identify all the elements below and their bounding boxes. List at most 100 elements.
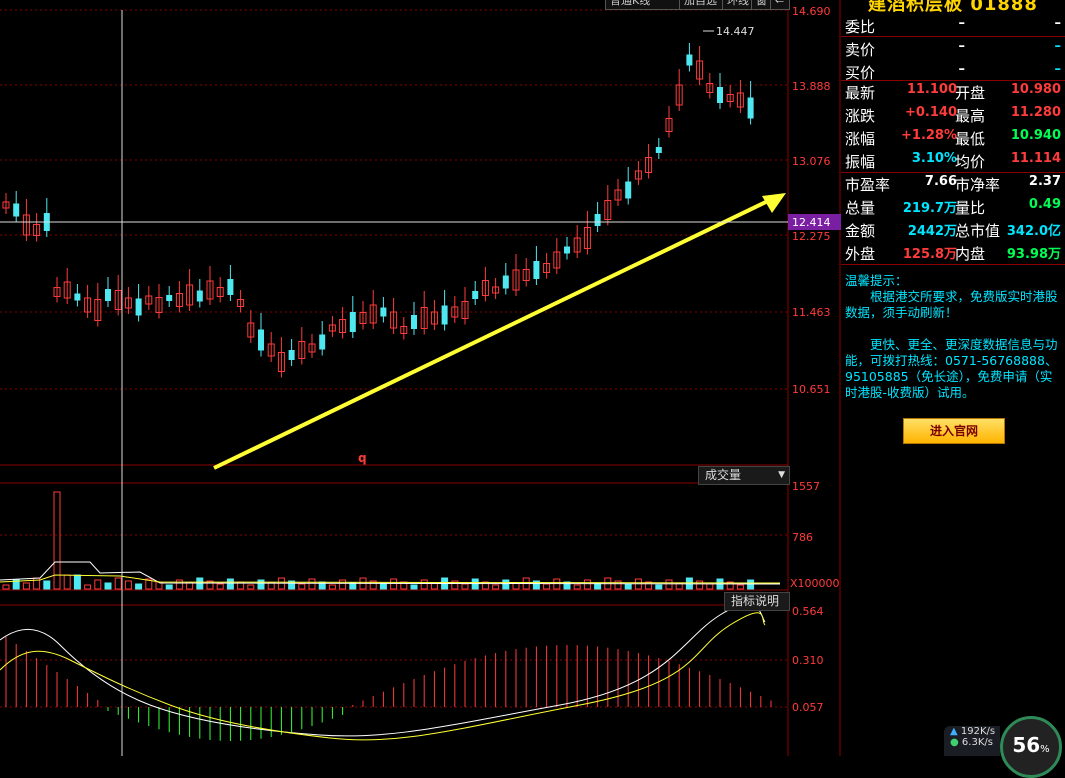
candle-down — [105, 289, 111, 301]
candle-down — [747, 97, 754, 119]
quote-value: +0.140 — [904, 105, 957, 120]
volume-bar — [747, 579, 755, 590]
download-arrow-icon: ● — [950, 737, 959, 748]
quote-row: 涨幅 +1.28% 最低 10.940 — [841, 126, 1065, 148]
quote-row: 买价 – – — [841, 60, 1065, 82]
quote-value: 219.7万 — [902, 201, 957, 216]
quote-row: 外盘 125.8万 内盘 93.98万 — [841, 241, 1065, 263]
candle-down — [411, 315, 417, 329]
quote-label: 委比 — [845, 18, 876, 36]
volume-bar — [216, 583, 224, 590]
quote-value-2: 342.0亿 — [1006, 224, 1061, 239]
performance-gauge[interactable]: 56% — [1000, 716, 1062, 778]
kline-type-dropdown[interactable]: 普通K线 — [605, 0, 681, 10]
download-speed: 192K/s — [960, 726, 996, 737]
quote-label: 涨跌 — [845, 107, 876, 125]
gauge-unit: % — [1040, 744, 1050, 755]
candle-down — [74, 293, 81, 301]
quote-value-2: 2.37 — [1028, 174, 1061, 189]
volume-bar — [349, 582, 357, 590]
volume-bar — [543, 583, 551, 590]
quote-row: 委比 – – — [841, 14, 1065, 36]
chevron-down-icon: ▼ — [778, 470, 785, 480]
quote-value: +1.28% — [901, 128, 957, 143]
volume-bar — [2, 584, 10, 590]
volume-bar — [655, 584, 663, 590]
volume-bar — [63, 574, 71, 590]
quote-value-2: – — [1054, 16, 1062, 31]
volume-bar — [492, 584, 500, 590]
quote-value: – — [958, 62, 966, 77]
current-price-label: 12.414 — [792, 216, 831, 229]
panel-separator — [841, 172, 1065, 173]
quote-label-2: 内盘 — [955, 245, 986, 263]
quote-label: 卖价 — [845, 41, 876, 59]
indicator-tick-0310: 0.310 — [792, 654, 824, 667]
volume-bar — [104, 582, 112, 590]
quote-label-2: 市净率 — [955, 176, 1001, 194]
volume-bar — [410, 584, 418, 590]
high-marker-label: 14.447 — [716, 25, 755, 38]
volume-bar — [267, 582, 275, 590]
volume-bar — [94, 579, 102, 590]
indicator-explain-button[interactable]: 指标说明 — [724, 592, 790, 611]
price-tick-13888: 13.888 — [792, 80, 831, 93]
volume-bar — [124, 580, 132, 590]
candle-down — [441, 305, 448, 325]
quote-label: 外盘 — [845, 245, 876, 263]
tips-line1: 根据港交所要求，免费版实时港股数据，须手动刷新！ — [845, 289, 1058, 320]
volume-indicator-selector[interactable]: 成交量 ▼ — [698, 466, 790, 485]
volume-bar — [257, 579, 265, 590]
volume-bar — [502, 579, 510, 590]
candle-down — [135, 298, 142, 316]
price-tick-12275: 12.275 — [792, 230, 831, 243]
quote-value-2: 93.98万 — [1006, 247, 1061, 262]
quote-panel: 建滔积层板 01888 委比 – – 卖价 – – 买价 – – 最新 11.100 开盘 10.980… — [841, 0, 1065, 756]
volume-bar — [84, 584, 92, 590]
candle-down — [594, 214, 601, 226]
candle-down — [655, 147, 662, 153]
upload-speed: 6.3K/s — [961, 737, 993, 748]
volume-bar — [43, 580, 51, 590]
volume-bar — [614, 580, 622, 590]
chart-grid — [0, 0, 841, 756]
price-tick-11463: 11.463 — [792, 306, 831, 319]
candle-down — [258, 329, 264, 351]
volume-bar — [390, 578, 398, 590]
volume-bar — [135, 583, 143, 590]
dif-line — [0, 603, 766, 737]
quote-label-2: 开盘 — [955, 84, 986, 102]
candle-down — [533, 261, 540, 279]
volume-bar — [308, 578, 316, 590]
volume-bar — [247, 584, 255, 590]
price-tick-10651: 10.651 — [792, 383, 831, 396]
volume-ma-yellow — [0, 574, 781, 584]
quote-value: 11.100 — [906, 82, 957, 97]
quote-label: 最新 — [845, 84, 876, 102]
quote-value: – — [958, 16, 966, 31]
stock-chart[interactable]: q 14.447 12.414 12.275 14.690 13.888 13.… — [0, 0, 841, 756]
quote-label-2: 最高 — [955, 107, 986, 125]
quote-value-2: 0.49 — [1028, 197, 1061, 212]
indicator-series — [0, 603, 772, 741]
back-arrow-icon[interactable]: ⇐ — [770, 0, 790, 10]
quote-value-2: 10.940 — [1010, 128, 1061, 143]
volume-bar — [175, 579, 183, 590]
volume-unit: X100000 — [790, 577, 840, 590]
quote-label: 市盈率 — [845, 176, 891, 194]
upload-arrow-icon: ▲ — [950, 726, 958, 737]
candle-down — [196, 290, 203, 302]
quote-value-2: 10.980 — [1010, 82, 1061, 97]
add-watch-button[interactable]: 加自选 — [679, 0, 727, 10]
quote-row: 卖价 – – — [841, 37, 1065, 59]
trend-arrow — [213, 193, 786, 470]
volume-bar — [298, 583, 306, 590]
indicator-tick-0057: 0.057 — [792, 701, 824, 714]
official-site-button[interactable]: 进入官网 — [903, 418, 1005, 444]
quote-label-2: 总市值 — [955, 222, 1001, 240]
quote-label: 总量 — [845, 199, 876, 217]
volume-bar — [114, 577, 122, 590]
quote-value-2: – — [1054, 39, 1062, 54]
price-tick-13076: 13.076 — [792, 155, 831, 168]
quote-value: 125.8万 — [902, 247, 957, 262]
